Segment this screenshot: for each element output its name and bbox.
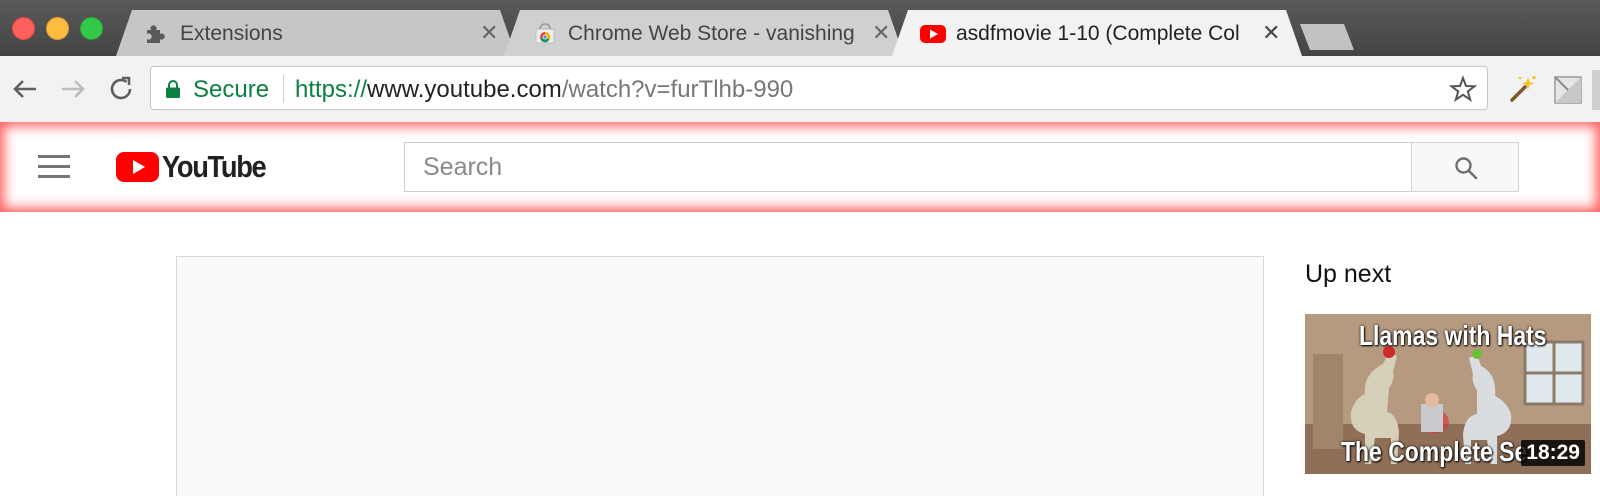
- url-text[interactable]: https://www.youtube.com/watch?v=furTlhb-…: [295, 76, 793, 104]
- puzzle-icon: [147, 25, 165, 43]
- youtube-masthead: YouTube: [0, 122, 1600, 212]
- new-tab-button[interactable]: [1300, 24, 1354, 50]
- thumbnail-title-bottom: The Complete Se: [1341, 436, 1528, 467]
- security-label[interactable]: Secure: [193, 76, 269, 104]
- back-arrow-icon[interactable]: [8, 72, 42, 106]
- tab-close-icon[interactable]: ✕: [1262, 22, 1280, 44]
- disabled-extension-icon[interactable]: [1554, 76, 1582, 104]
- minimize-window-button[interactable]: [46, 17, 69, 40]
- youtube-play-logo-icon: [116, 152, 159, 182]
- tab-title: asdfmovie 1-10 (Complete Col: [956, 22, 1240, 45]
- search-input[interactable]: [421, 143, 1385, 191]
- hamburger-menu-icon[interactable]: [38, 155, 70, 179]
- tab-close-icon[interactable]: ✕: [480, 22, 498, 44]
- forward-arrow-icon[interactable]: [56, 72, 90, 106]
- search-icon: [1455, 157, 1478, 180]
- video-duration-badge: 18:29: [1521, 440, 1585, 466]
- up-next-thumbnail[interactable]: Llamas with Hats The Complete Se 18:29: [1305, 314, 1591, 474]
- youtube-favicon-icon: [920, 25, 946, 43]
- tab-title: Chrome Web Store - vanishing: [568, 22, 854, 45]
- tab-chrome-web-store[interactable]: Chrome Web Store - vanishing ✕: [504, 10, 904, 56]
- browser-title-bar: Extensions ✕ Chrome Web Store - vanishin…: [0, 0, 1600, 56]
- video-player[interactable]: [176, 256, 1264, 496]
- tab-extensions[interactable]: Extensions ✕: [116, 10, 516, 56]
- address-bar[interactable]: Secure https://www.youtube.com/watch?v=f…: [150, 66, 1488, 110]
- browser-toolbar: Secure https://www.youtube.com/watch?v=f…: [0, 56, 1600, 123]
- bookmark-star-icon[interactable]: [1449, 75, 1477, 103]
- tab-title: Extensions: [180, 22, 283, 45]
- url-host: www.youtube.com: [367, 76, 562, 103]
- search-box[interactable]: [404, 142, 1412, 192]
- reload-icon[interactable]: [104, 72, 138, 106]
- url-path: /watch?v=furTlhb-990: [561, 76, 794, 103]
- chrome-web-store-icon: [535, 23, 555, 44]
- magic-wand-extension-icon[interactable]: [1508, 74, 1538, 104]
- lock-icon[interactable]: [165, 79, 181, 99]
- close-window-button[interactable]: [12, 17, 35, 40]
- search-button[interactable]: [1411, 142, 1519, 192]
- youtube-wordmark: YouTube: [162, 149, 267, 184]
- tab-asdfmovie[interactable]: asdfmovie 1-10 (Complete Col ✕: [892, 10, 1302, 56]
- tab-close-icon[interactable]: ✕: [872, 22, 890, 44]
- toolbar-overflow-edge: [1592, 70, 1600, 110]
- url-scheme: https://: [295, 76, 368, 103]
- thumbnail-title-top: Llamas with Hats: [1359, 320, 1547, 351]
- omnibox-separator: [283, 75, 284, 103]
- up-next-heading: Up next: [1305, 260, 1392, 288]
- zoom-window-button[interactable]: [80, 17, 103, 40]
